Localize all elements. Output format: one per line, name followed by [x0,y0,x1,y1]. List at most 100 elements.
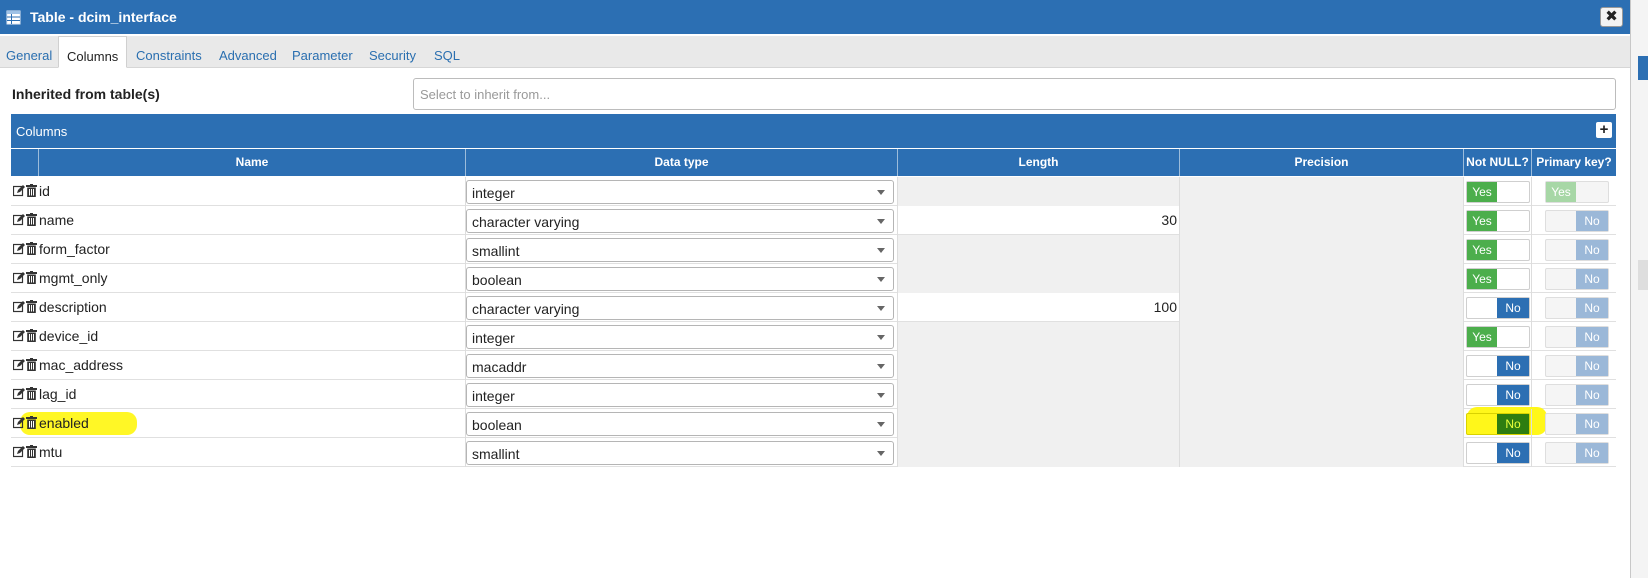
length-cell[interactable] [897,351,1179,380]
data-type-select[interactable]: integer [466,180,894,204]
primary-key-toggle[interactable]: No [1545,268,1609,290]
length-cell[interactable] [897,380,1179,409]
row-actions [12,184,38,198]
primary-key-toggle[interactable]: Yes [1545,181,1609,203]
toggle-no: No [1497,443,1529,463]
delete-icon[interactable] [26,416,38,430]
delete-icon[interactable] [26,445,38,459]
not-null-toggle[interactable]: Yes [1466,326,1530,348]
length-cell[interactable] [897,438,1179,467]
column-name[interactable]: enabled [39,415,89,431]
tab-constraints[interactable]: Constraints [136,36,202,68]
precision-cell[interactable] [1179,409,1463,438]
edit-icon[interactable] [12,271,25,285]
data-type-select[interactable]: macaddr [466,354,894,378]
precision-cell[interactable] [1179,264,1463,293]
primary-key-toggle[interactable]: No [1545,239,1609,261]
not-null-toggle[interactable]: Yes [1466,181,1530,203]
length-cell[interactable] [897,264,1179,293]
add-column-button[interactable]: + [1596,122,1612,138]
close-button[interactable]: ✖ [1600,7,1623,27]
tab-advanced[interactable]: Advanced [219,36,277,68]
edit-icon[interactable] [12,184,25,198]
column-name[interactable]: mtu [39,444,62,460]
primary-key-toggle[interactable]: No [1545,326,1609,348]
tab-columns[interactable]: Columns [58,36,128,68]
delete-icon[interactable] [26,213,38,227]
tab-sql[interactable]: SQL [434,36,460,68]
header-not-null: Not NULL? [1463,149,1531,176]
precision-cell[interactable] [1179,351,1463,380]
dialog-title: Table - dcim_interface [30,9,177,25]
length-cell[interactable] [897,235,1179,264]
edit-icon[interactable] [12,213,25,227]
chevron-down-icon [877,219,885,224]
not-null-toggle[interactable]: Yes [1466,210,1530,232]
precision-cell[interactable] [1179,206,1463,235]
primary-key-toggle[interactable]: No [1545,210,1609,232]
length-cell[interactable] [897,177,1179,206]
delete-icon[interactable] [26,184,38,198]
precision-cell[interactable] [1179,235,1463,264]
not-null-toggle[interactable]: No [1466,442,1530,464]
data-type-select[interactable]: smallint [466,441,894,465]
length-cell[interactable] [897,322,1179,351]
primary-key-toggle[interactable]: No [1545,413,1609,435]
delete-icon[interactable] [26,242,38,256]
edit-icon[interactable] [12,242,25,256]
precision-cell[interactable] [1179,438,1463,467]
not-null-toggle[interactable]: Yes [1466,268,1530,290]
column-name[interactable]: mgmt_only [39,270,107,286]
edit-icon[interactable] [12,387,25,401]
data-type-select[interactable]: character varying [466,296,894,320]
not-null-toggle[interactable]: No [1466,413,1530,435]
tab-general[interactable]: General [6,36,52,68]
column-name[interactable]: name [39,212,74,228]
length-cell[interactable]: 100 [897,293,1179,322]
edit-icon[interactable] [12,300,25,314]
delete-icon[interactable] [26,300,38,314]
precision-cell[interactable] [1179,380,1463,409]
data-type-select[interactable]: character varying [466,209,894,233]
data-type-select[interactable]: boolean [466,412,894,436]
column-name[interactable]: mac_address [39,357,123,373]
edit-icon[interactable] [12,358,25,372]
delete-icon[interactable] [26,271,38,285]
precision-cell[interactable] [1179,322,1463,351]
not-null-toggle[interactable]: No [1466,297,1530,319]
length-cell[interactable]: 30 [897,206,1179,235]
primary-key-toggle[interactable]: No [1545,384,1609,406]
not-null-toggle[interactable]: Yes [1466,239,1530,261]
primary-key-toggle[interactable]: No [1545,297,1609,319]
tab-security[interactable]: Security [369,36,416,68]
primary-key-toggle[interactable]: No [1545,355,1609,377]
inherit-select[interactable] [413,78,1616,110]
title-bar[interactable]: Table - dcim_interface ✖ [0,0,1630,34]
not-null-toggle[interactable]: No [1466,384,1530,406]
precision-cell[interactable] [1179,177,1463,206]
data-type-select[interactable]: smallint [466,238,894,262]
delete-icon[interactable] [26,387,38,401]
primary-key-toggle[interactable]: No [1545,442,1609,464]
toggle-no: No [1576,327,1608,347]
data-type-select[interactable]: boolean [466,267,894,291]
delete-icon[interactable] [26,329,38,343]
not-null-toggle[interactable]: No [1466,355,1530,377]
precision-cell[interactable] [1179,293,1463,322]
data-type-select[interactable]: integer [466,325,894,349]
data-type-value: character varying [472,214,580,230]
edit-icon[interactable] [12,445,25,459]
column-name[interactable]: lag_id [39,386,76,402]
tab-parameter[interactable]: Parameter [292,36,353,68]
row-actions [12,213,38,227]
delete-icon[interactable] [26,358,38,372]
row-actions [12,387,38,401]
column-name[interactable]: device_id [39,328,98,344]
column-name[interactable]: id [39,183,50,199]
column-name[interactable]: description [39,299,107,315]
data-type-select[interactable]: integer [466,383,894,407]
column-name[interactable]: form_factor [39,241,110,257]
edit-icon[interactable] [12,329,25,343]
length-cell[interactable] [897,409,1179,438]
edit-icon[interactable] [12,416,25,430]
